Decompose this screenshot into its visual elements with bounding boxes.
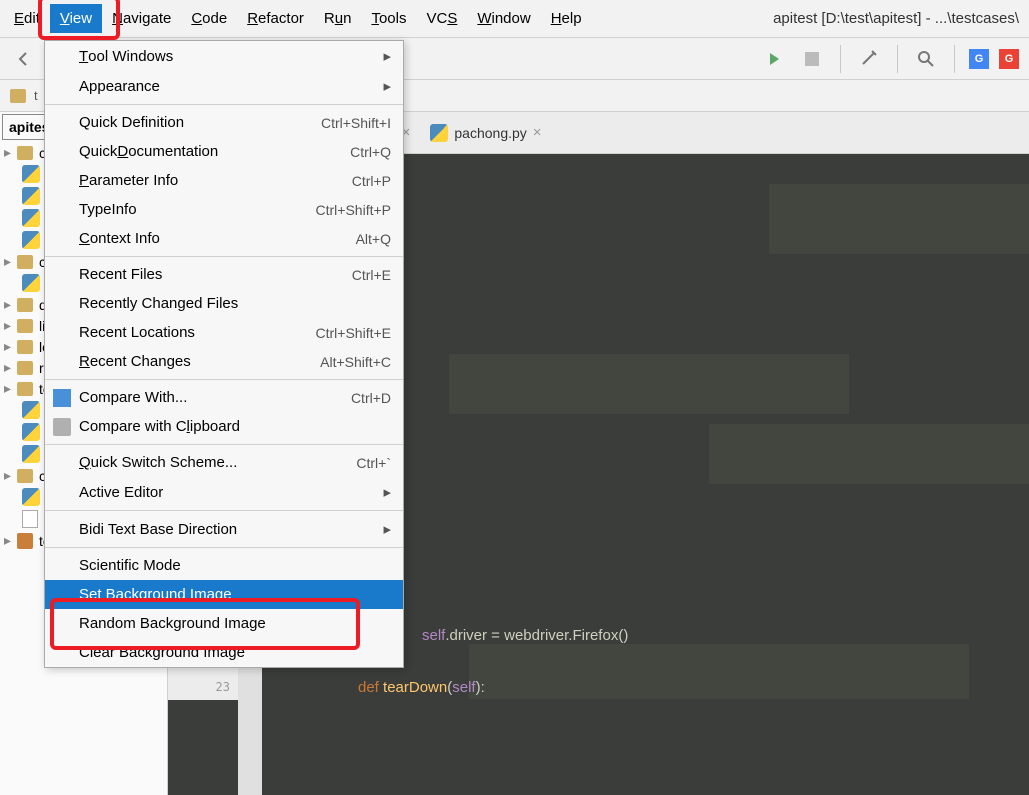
- shortcut: Ctrl+Shift+E: [316, 325, 391, 341]
- menu-bar: EditViewNavigateCodeRefactorRunToolsVCSW…: [0, 0, 1029, 38]
- compare-icon: [53, 389, 71, 407]
- menu-edit[interactable]: Edit: [4, 4, 50, 33]
- folder-icon: [17, 361, 33, 375]
- menu-item-recent-files[interactable]: Recent FilesCtrl+E: [45, 260, 403, 289]
- library-icon: [17, 533, 33, 549]
- shortcut: Ctrl+Shift+I: [321, 115, 391, 131]
- python-file-icon: [22, 187, 40, 205]
- menu-item-quick-documentation[interactable]: Quick DocumentationCtrl+Q: [45, 137, 403, 166]
- file-icon: [22, 510, 38, 528]
- shortcut: Ctrl+E: [352, 267, 391, 283]
- shortcut: Ctrl+D: [351, 390, 391, 406]
- menu-code[interactable]: Code: [181, 4, 237, 33]
- clip-icon: [53, 418, 71, 436]
- folder-icon: [17, 319, 33, 333]
- menu-view[interactable]: View: [50, 4, 102, 33]
- menu-tools[interactable]: Tools: [361, 4, 416, 33]
- python-file-icon: [22, 274, 40, 292]
- close-icon[interactable]: ×: [533, 124, 542, 141]
- folder-icon: [17, 255, 33, 269]
- menu-navigate[interactable]: Navigate: [102, 4, 181, 33]
- folder-icon: [17, 469, 33, 483]
- shortcut: Ctrl+`: [356, 455, 391, 471]
- menu-window[interactable]: Window: [467, 4, 540, 33]
- shortcut: Alt+Q: [356, 231, 391, 247]
- menu-item-compare-with-[interactable]: Compare With...Ctrl+D: [45, 383, 403, 412]
- code-line: def: [358, 679, 383, 696]
- menu-help[interactable]: Help: [541, 4, 592, 33]
- python-file-icon: [22, 488, 40, 506]
- menu-refactor[interactable]: Refactor: [237, 4, 314, 33]
- folder-icon: [17, 146, 33, 160]
- menu-item-quick-switch-scheme-[interactable]: Quick Switch Scheme...Ctrl+`: [45, 448, 403, 477]
- menu-item-context-info[interactable]: Context InfoAlt+Q: [45, 224, 403, 253]
- shortcut: Alt+Shift+C: [320, 354, 391, 370]
- shortcut: Ctrl+P: [352, 173, 391, 189]
- menu-item-type-info[interactable]: Type InfoCtrl+Shift+P: [45, 195, 403, 224]
- shortcut: Ctrl+Shift+P: [316, 202, 391, 218]
- folder-icon: [17, 340, 33, 354]
- menu-item-active-editor[interactable]: Active Editor▸: [45, 477, 403, 507]
- submenu-arrow-icon: ▸: [383, 47, 391, 65]
- menu-item-compare-with-clipboard[interactable]: Compare with Clipboard: [45, 412, 403, 441]
- stop-button[interactable]: [798, 45, 826, 73]
- menu-item-appearance[interactable]: Appearance▸: [45, 71, 403, 101]
- menu-item-bidi-text-base-direction[interactable]: Bidi Text Base Direction▸: [45, 514, 403, 544]
- tab-label: pachong.py: [454, 125, 526, 141]
- submenu-arrow-icon: ▸: [383, 77, 391, 95]
- python-file-icon: [22, 209, 40, 227]
- menu-item-recent-locations[interactable]: Recent LocationsCtrl+Shift+E: [45, 318, 403, 347]
- python-file-icon: [22, 231, 40, 249]
- settings-icon[interactable]: [855, 45, 883, 73]
- back-button[interactable]: [10, 45, 38, 73]
- window-title: apitest [D:\test\apitest] - ...\testcase…: [773, 10, 1025, 27]
- menu-item-scientific-mode[interactable]: Scientific Mode: [45, 551, 403, 580]
- translate-icon-1[interactable]: G: [969, 49, 989, 69]
- menu-run[interactable]: Run: [314, 4, 362, 33]
- python-file-icon: [22, 165, 40, 183]
- breadcrumb-item[interactable]: t: [34, 88, 38, 103]
- view-menu-dropdown: Tool Windows▸Appearance▸ Quick Definition…: [44, 40, 404, 668]
- menu-vcs[interactable]: VCS: [416, 4, 467, 33]
- menu-item-quick-definition[interactable]: Quick DefinitionCtrl+Shift+I: [45, 108, 403, 137]
- folder-icon: [17, 298, 33, 312]
- menu-item-recently-changed-files[interactable]: Recently Changed Files: [45, 289, 403, 318]
- menu-item-recent-changes[interactable]: Recent ChangesAlt+Shift+C: [45, 347, 403, 376]
- folder-icon: [10, 89, 26, 103]
- python-file-icon: [22, 401, 40, 419]
- menu-item-clear-background-image[interactable]: Clear Background Image: [45, 638, 403, 667]
- code-line: self: [422, 627, 445, 644]
- menu-item-parameter-info[interactable]: Parameter InfoCtrl+P: [45, 166, 403, 195]
- search-icon[interactable]: [912, 45, 940, 73]
- run-button[interactable]: [760, 45, 788, 73]
- translate-icon-2[interactable]: G: [999, 49, 1019, 69]
- editor-tab[interactable]: pachong.py ×: [420, 117, 551, 149]
- menu-item-set-background-image[interactable]: Set Background Image: [45, 580, 403, 609]
- python-file-icon: [430, 124, 448, 142]
- submenu-arrow-icon: ▸: [383, 483, 391, 501]
- python-file-icon: [22, 445, 40, 463]
- shortcut: Ctrl+Q: [350, 144, 391, 160]
- submenu-arrow-icon: ▸: [383, 520, 391, 538]
- folder-icon: [17, 382, 33, 396]
- python-file-icon: [22, 423, 40, 441]
- menu-item-random-background-image[interactable]: Random Background Image: [45, 609, 403, 638]
- menu-item-tool-windows[interactable]: Tool Windows▸: [45, 41, 403, 71]
